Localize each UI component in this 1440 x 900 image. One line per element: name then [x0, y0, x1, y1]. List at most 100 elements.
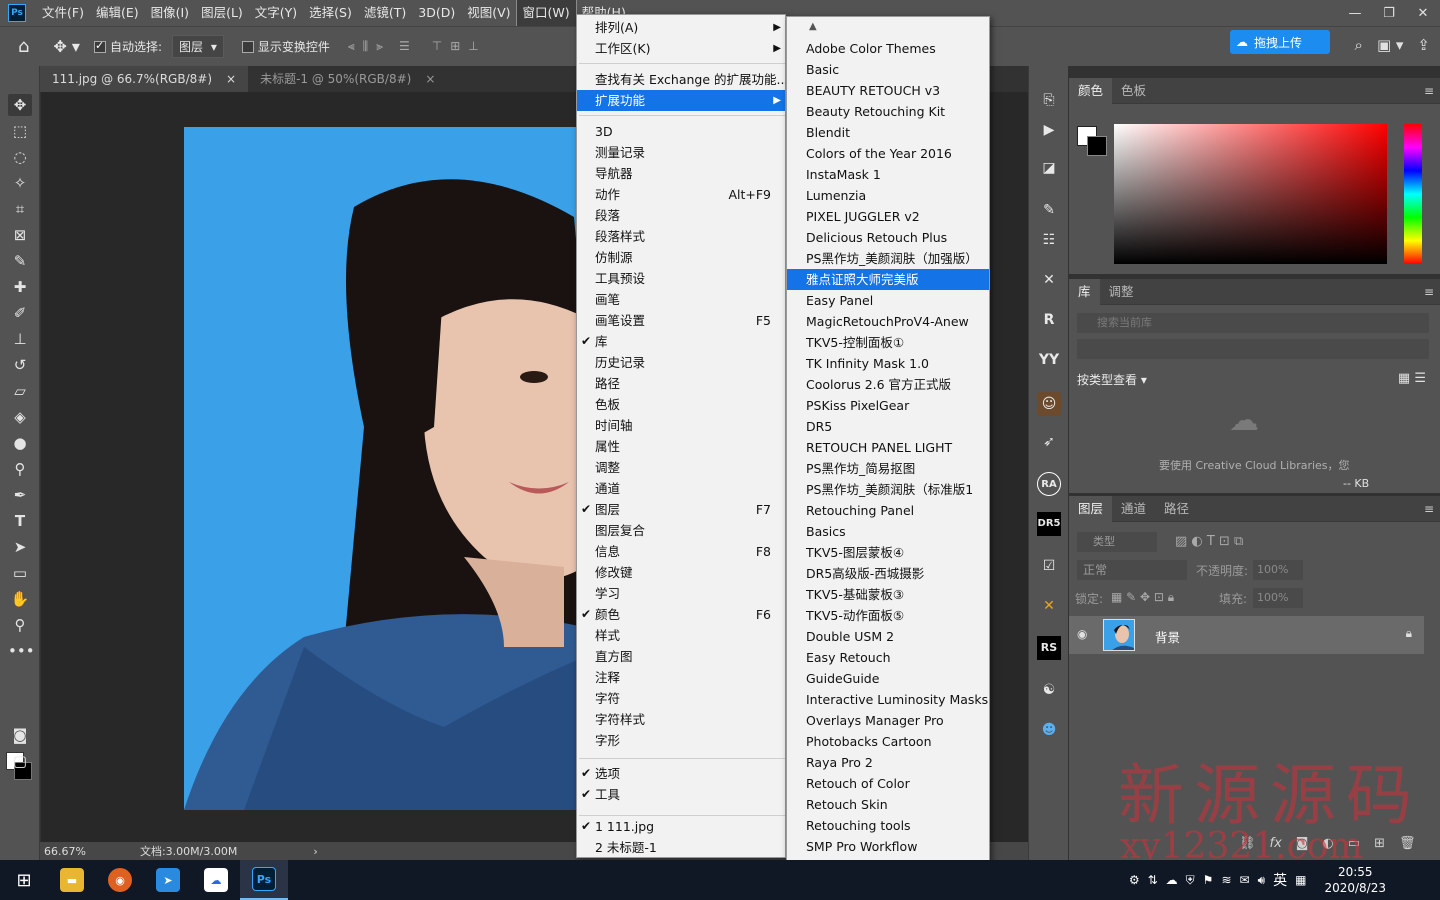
screen-mode-icon[interactable]: ▢	[8, 750, 32, 772]
extension-item-3[interactable]: Beauty Retouching Kit	[787, 101, 989, 122]
extension-item-22[interactable]: Retouching Panel	[787, 500, 989, 521]
retouch-pro-icon[interactable]: R	[1037, 308, 1061, 332]
brush-tool-icon[interactable]: ✐	[8, 302, 32, 324]
menu-item-6[interactable]: 导航器	[577, 163, 785, 184]
extension-item-8[interactable]: PIXEL JUGGLER v2	[787, 206, 989, 227]
menu-item-20[interactable]: 调整	[577, 457, 785, 478]
extension-item-10[interactable]: PS黑作坊_美颜润肤（加强版）	[787, 248, 989, 269]
menu-file[interactable]: 文件(F)	[36, 0, 90, 26]
layer-filter-dropdown[interactable]: 类型	[1077, 532, 1157, 552]
menu-item-26[interactable]: 学习	[577, 583, 785, 604]
plugin-x-icon[interactable]: ✕	[1037, 268, 1061, 292]
extension-item-17[interactable]: PSKiss PixelGear	[787, 395, 989, 416]
menu-item-24[interactable]: 信息 F8	[577, 541, 785, 562]
move-tool-icon[interactable]: ✥	[8, 94, 32, 116]
windows-start-icon[interactable]: ⊞	[0, 860, 48, 900]
extension-item-25[interactable]: DR5高级版-西城摄影	[787, 563, 989, 584]
menu-layer[interactable]: 图层(L)	[195, 0, 249, 26]
library-view-by-type[interactable]: 按类型查看 ▾	[1077, 371, 1147, 388]
type-tool-icon[interactable]: T	[8, 510, 32, 532]
frame-tool-icon[interactable]: ⊠	[8, 224, 32, 246]
tab-channels[interactable]: 通道	[1112, 496, 1155, 522]
extension-item-38[interactable]: SMP Pro Workflow	[787, 836, 989, 857]
delete-layer-icon[interactable]: 🗑︎	[1399, 836, 1416, 851]
taskbar-feishu[interactable]: ➤	[144, 860, 192, 900]
menu-item-5[interactable]: 测量记录	[577, 142, 785, 163]
tools-plugin-icon[interactable]: ✕	[1037, 594, 1061, 618]
menu-item-8[interactable]: 段落	[577, 205, 785, 226]
layer-row-background[interactable]: ◉ 背景 🔒︎	[1069, 616, 1424, 654]
menu-item-35[interactable]: ✔ 工具	[577, 784, 785, 805]
more-tools-icon[interactable]: •••	[8, 640, 35, 662]
align-bottom-icon[interactable]: ⊥	[468, 39, 478, 54]
menu-item-14[interactable]: ✔ 库	[577, 331, 785, 352]
extension-item-30[interactable]: GuideGuide	[787, 668, 989, 689]
taskbar-photoshop[interactable]: Ps	[240, 860, 288, 900]
extension-item-18[interactable]: DR5	[787, 416, 989, 437]
library-select-dropdown[interactable]	[1077, 339, 1429, 359]
menu-item-32[interactable]: 字符样式	[577, 709, 785, 730]
align-center-icon[interactable]: ⫼	[363, 39, 369, 54]
extension-item-35[interactable]: Retouch of Color	[787, 773, 989, 794]
brush-settings-icon[interactable]: ✎	[1037, 198, 1061, 222]
tab-untitled-1[interactable]: 未标题-1 @ 50%(RGB/8#) ×	[248, 66, 447, 92]
layer-filter-icons[interactable]: ▨ ◐ T ⊡ ⧉	[1175, 534, 1243, 549]
menu-item-25[interactable]: 修改键	[577, 562, 785, 583]
menu-item-7[interactable]: 动作 Alt+F9	[577, 184, 785, 205]
menu-item-13[interactable]: 画笔设置 F5	[577, 310, 785, 331]
hand-tool-icon[interactable]: ✋	[8, 588, 32, 610]
extension-item-37[interactable]: Retouching tools	[787, 815, 989, 836]
menu-select[interactable]: 选择(S)	[303, 0, 358, 26]
magic-wand-tool-icon[interactable]: ✧	[8, 172, 32, 194]
marquee-tool-icon[interactable]: ⬚	[8, 120, 32, 142]
extension-item-28[interactable]: Double USM 2	[787, 626, 989, 647]
tab-111-jpg[interactable]: 111.jpg @ 66.7%(RGB/8#) ×	[40, 66, 249, 92]
close-icon[interactable]: ✕	[1406, 0, 1440, 26]
actions-panel-icon[interactable]: ▶	[1037, 118, 1061, 142]
menu-item-15[interactable]: 历史记录	[577, 352, 785, 373]
library-view-toggle-icons[interactable]: ▦ ☰	[1398, 371, 1426, 386]
move-tool-icon[interactable]: ✥ ▾	[53, 37, 80, 56]
align-middle-icon[interactable]: ⊞	[450, 39, 460, 54]
ime-indicator[interactable]: 英	[1273, 870, 1287, 890]
menu-item-18[interactable]: 时间轴	[577, 415, 785, 436]
tab-swatches[interactable]: 色板	[1112, 78, 1155, 104]
menu-filter[interactable]: 滤镜(T)	[358, 0, 412, 26]
portrait-plugin-icon[interactable]: ☺	[1037, 392, 1061, 416]
menu-item-16[interactable]: 路径	[577, 373, 785, 394]
extension-item-15[interactable]: TK Infinity Mask 1.0	[787, 353, 989, 374]
paint-bucket-tool-icon[interactable]: ◈	[8, 406, 32, 428]
tray-flag-icon[interactable]: ⚑	[1203, 873, 1214, 887]
extension-item-31[interactable]: Interactive Luminosity Masks	[787, 689, 989, 710]
visibility-eye-icon[interactable]: ◉	[1077, 627, 1087, 641]
menu-item-11[interactable]: 工具预设	[577, 268, 785, 289]
smiley-plugin-icon[interactable]: ☻	[1037, 718, 1061, 742]
fill-input[interactable]: 100%	[1253, 588, 1303, 608]
menu-item-28[interactable]: 样式	[577, 625, 785, 646]
tray-sound-icon[interactable]: 🔊︎	[1258, 873, 1266, 888]
show-transform-checkbox[interactable]: 显示变换控件	[241, 38, 330, 55]
distribute-icon[interactable]: ☰	[399, 39, 410, 54]
lock-icons[interactable]: ▦ ✎ ✥ ⊡ 🔒︎	[1111, 590, 1174, 605]
share-icon[interactable]: ⇪	[1417, 36, 1430, 54]
dodge-tool-icon[interactable]: ⚲	[8, 458, 32, 480]
cloud-upload-button[interactable]: ☁ 拖拽上传	[1230, 30, 1330, 54]
yy-plugin-icon[interactable]: YY	[1037, 348, 1061, 372]
menu-item-33[interactable]: 字形	[577, 730, 785, 751]
menu-item-4[interactable]: 3D	[577, 121, 785, 142]
edit-plugin-icon[interactable]: ☑	[1037, 554, 1061, 578]
history-panel-icon[interactable]: ⎘	[1037, 88, 1061, 112]
status-more-icon[interactable]: ›	[313, 845, 317, 858]
menu-item-21[interactable]: 通道	[577, 478, 785, 499]
extension-item-24[interactable]: TKV5-图层蒙板④	[787, 542, 989, 563]
menu-item-31[interactable]: 字符	[577, 688, 785, 709]
history-brush-tool-icon[interactable]: ↺	[8, 354, 32, 376]
pen-tool-icon[interactable]: ✒	[8, 484, 32, 506]
tab-close-icon[interactable]: ×	[425, 66, 435, 92]
extension-item-11[interactable]: 雅点证照大师完美版	[787, 269, 989, 290]
minimize-icon[interactable]: —	[1338, 0, 1372, 26]
extension-item-6[interactable]: InstaMask 1	[787, 164, 989, 185]
menu-item-workspace[interactable]: 工作区(K) ▶	[577, 38, 785, 59]
menu-item-extensions[interactable]: 扩展功能 ▶	[577, 90, 785, 111]
zoom-level[interactable]: 66.67%	[44, 845, 86, 858]
